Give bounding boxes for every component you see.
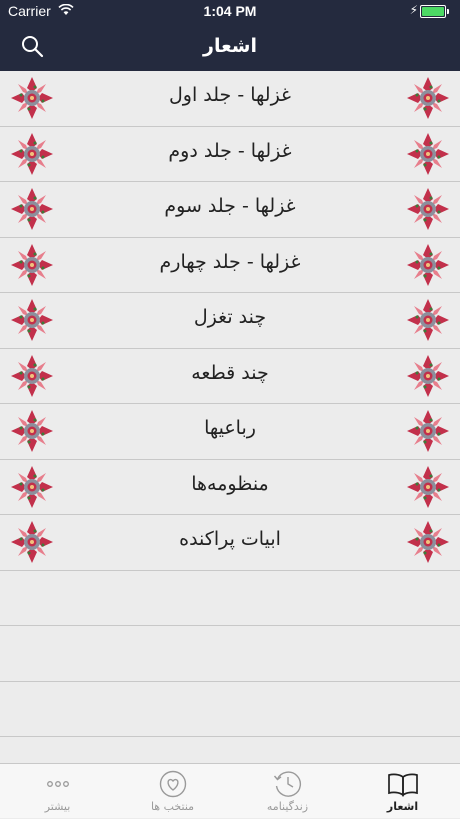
poem-collections-list: غزلها - جلد اول غزلها - جلد دوم غزلها - … — [0, 71, 460, 737]
floral-ornament-icon — [10, 132, 54, 176]
list-item-label: چند قطعه — [191, 361, 269, 384]
tab-label: اشعار — [386, 800, 419, 813]
list-item[interactable]: چند تغزل — [0, 293, 460, 349]
charging-icon: ⚡ — [409, 3, 418, 17]
list-item-label: منظومه‌ها — [191, 472, 269, 495]
list-item-label: غزلها - جلد چهارم — [159, 250, 301, 273]
nav-bar: اشعار — [0, 22, 460, 71]
list-item[interactable]: غزلها - جلد چهارم — [0, 238, 460, 293]
list-item[interactable]: غزلها - جلد سوم — [0, 182, 460, 238]
floral-ornament-icon — [406, 520, 450, 564]
header: Carrier 1:04 PM ⚡ اشعار — [0, 0, 460, 71]
list-item-label: ابیات پراکنده — [179, 528, 281, 550]
list-item-label: رباعیها — [204, 417, 256, 439]
tab-biography[interactable]: زندگینامه — [230, 764, 345, 819]
clock-history-icon — [273, 771, 301, 797]
list-item[interactable]: منظومه‌ها — [0, 460, 460, 515]
floral-ornament-icon — [10, 409, 54, 453]
floral-ornament-icon — [406, 187, 450, 231]
tab-label: منتخب ها — [150, 800, 195, 813]
empty-row — [0, 571, 460, 626]
floral-ornament-icon — [10, 298, 54, 342]
empty-row — [0, 626, 460, 682]
list-item-label: غزلها - جلد دوم — [168, 139, 292, 162]
floral-ornament-icon — [406, 354, 450, 398]
tab-label: زندگینامه — [266, 800, 309, 813]
floral-ornament-icon — [10, 465, 54, 509]
floral-ornament-icon — [10, 76, 54, 120]
list-item[interactable]: غزلها - جلد اول — [0, 71, 460, 127]
tab-more[interactable]: بیشتر — [0, 764, 115, 819]
list-item[interactable]: ابیات پراکنده — [0, 515, 460, 571]
list-item-label: غزلها - جلد سوم — [164, 195, 296, 217]
list-item[interactable]: چند قطعه — [0, 349, 460, 404]
floral-ornament-icon — [10, 354, 54, 398]
floral-ornament-icon — [10, 520, 54, 564]
clock: 1:04 PM — [203, 3, 257, 19]
tab-poems[interactable]: اشعار — [345, 764, 460, 819]
open-book-icon — [388, 773, 418, 797]
floral-ornament-icon — [406, 465, 450, 509]
status-bar: Carrier 1:04 PM ⚡ — [0, 0, 460, 22]
heart-icon — [159, 770, 187, 798]
battery-icon — [420, 5, 449, 18]
floral-ornament-icon — [406, 298, 450, 342]
list-item-label: غزلها - جلد اول — [169, 84, 291, 106]
list-item-label: چند تغزل — [193, 306, 267, 328]
tab-bar: بیشتر منتخب ها زندگینامه اشعار — [0, 763, 460, 818]
list-item[interactable]: غزلها - جلد دوم — [0, 127, 460, 182]
tab-favorites[interactable]: منتخب ها — [115, 764, 230, 819]
floral-ornament-icon — [406, 132, 450, 176]
floral-ornament-icon — [406, 409, 450, 453]
floral-ornament-icon — [406, 243, 450, 287]
floral-ornament-icon — [10, 187, 54, 231]
page-title: اشعار — [203, 35, 257, 57]
tab-label: بیشتر — [44, 800, 71, 813]
empty-row — [0, 682, 460, 737]
more-dots-icon — [47, 781, 69, 787]
list-item[interactable]: رباعیها — [0, 404, 460, 460]
floral-ornament-icon — [406, 76, 450, 120]
floral-ornament-icon — [10, 243, 54, 287]
